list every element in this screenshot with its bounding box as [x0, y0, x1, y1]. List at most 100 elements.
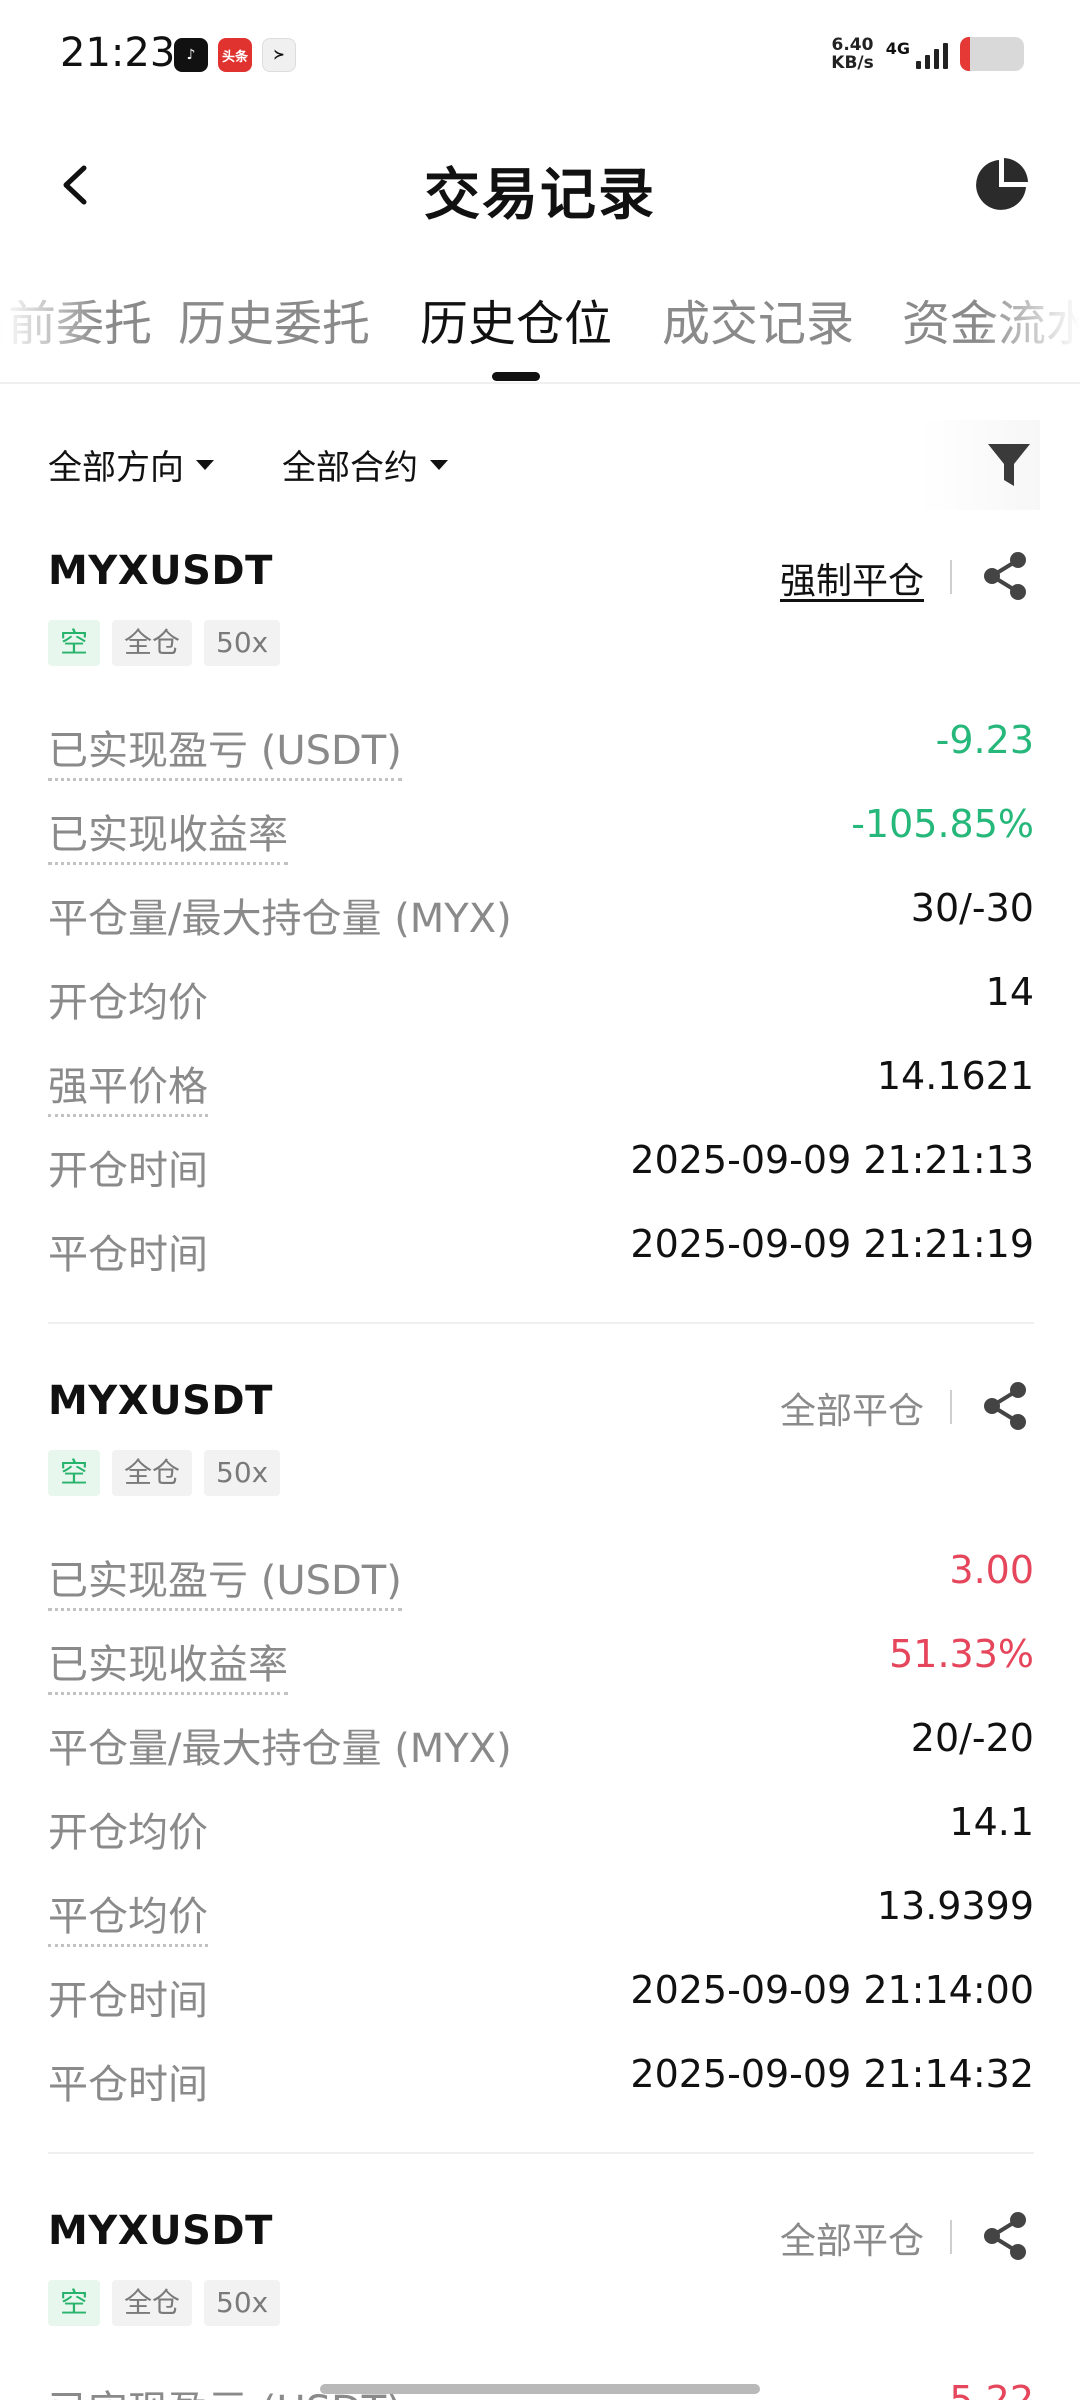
detail-row-liquidation-price: 强平价格 14.1621: [48, 1040, 1034, 1124]
realized-return-value: -105.85%: [851, 802, 1034, 846]
funnel-icon: [988, 444, 1030, 486]
open-avg-price-value: 14: [985, 970, 1034, 1014]
share-icon[interactable]: [978, 2208, 1034, 2264]
pie-chart-icon[interactable]: [970, 154, 1032, 216]
close-volume-value: 30/-30: [910, 886, 1034, 930]
open-time-value: 2025-09-09 21:14:00: [630, 1968, 1034, 2012]
signal-icon: 4G: [886, 39, 948, 69]
detail-row-open-avg-price: 开仓均价 14.1: [48, 1786, 1034, 1870]
page-title: 交易记录: [424, 163, 656, 228]
card-divider: [48, 1322, 1034, 1324]
header-separator: [950, 1390, 952, 1424]
close-type-link[interactable]: 强制平仓: [780, 552, 924, 604]
net-speed-value: 6.40: [831, 35, 874, 55]
tab-history-positions[interactable]: 历史仓位: [420, 284, 612, 354]
open-avg-price-label: 开仓均价: [48, 980, 208, 1026]
card-divider: [48, 2152, 1034, 2154]
detail-row-open-avg-price: 开仓均价 14: [48, 956, 1034, 1040]
tab-fade-left: [0, 240, 100, 370]
detail-row-close-time: 平仓时间 2025-09-09 21:14:32: [48, 2038, 1034, 2122]
close-time-label: 平仓时间: [48, 1232, 208, 1278]
detail-row-open-time: 开仓时间 2025-09-09 21:21:13: [48, 1124, 1034, 1208]
detail-row-realized-return: 已实现收益率 51.33%: [48, 1618, 1034, 1702]
leverage-tag: 50x: [204, 620, 281, 666]
position-card: MYXUSDT 全部平仓 空 全仓 50x 已实现盈亏 (USDT) 5.22: [48, 2208, 1034, 2400]
open-avg-price-label: 开仓均价: [48, 1810, 208, 1856]
share-icon[interactable]: [978, 548, 1034, 604]
leverage-tag: 50x: [204, 1450, 281, 1496]
position-symbol: MYXUSDT: [48, 1378, 273, 1424]
position-details: 已实现盈亏 (USDT) 3.00 已实现收益率 51.33% 平仓量/最大持仓…: [48, 1534, 1034, 2122]
status-bar: 21:23 ♪ 头条 ≻ 6.40 KB/s 4G: [0, 0, 1080, 110]
close-time-value: 2025-09-09 21:21:19: [630, 1222, 1034, 1266]
position-card-header: MYXUSDT 强制平仓: [48, 548, 1034, 608]
home-indicator: [320, 2384, 760, 2394]
open-time-label: 开仓时间: [48, 1978, 208, 2024]
contract-filter-dropdown[interactable]: 全部合约: [282, 440, 448, 489]
share-icon[interactable]: [978, 1378, 1034, 1434]
detail-row-close-time: 平仓时间 2025-09-09 21:21:19: [48, 1208, 1034, 1292]
caret-down-icon: [430, 459, 448, 470]
tab-divider: [0, 382, 1080, 384]
detail-row-realized-pnl: 已实现盈亏 (USDT) 5.22: [48, 2364, 1034, 2400]
tab-bar: 当前委托 历史委托 历史仓位 成交记录 资金流水: [0, 270, 1080, 382]
status-time: 21:23: [60, 30, 176, 76]
side-tag: 空: [48, 2280, 101, 2326]
tab-label: 历史仓位: [420, 296, 613, 352]
net-speed-unit: KB/s: [831, 53, 874, 73]
close-volume-value: 20/-20: [910, 1716, 1034, 1760]
realized-return-label[interactable]: 已实现收益率: [48, 802, 288, 865]
margin-mode-tag: 全仓: [112, 2280, 193, 2326]
tab-label: 历史委托: [178, 296, 371, 352]
leverage-tag: 50x: [204, 2280, 281, 2326]
nav-bar: 交易记录: [0, 130, 1080, 240]
close-avg-price-value: 13.9399: [876, 1884, 1034, 1928]
open-time-label: 开仓时间: [48, 1148, 208, 1194]
realized-return-value: 51.33%: [889, 1632, 1034, 1676]
caret-down-icon: [196, 459, 214, 470]
liquidation-price-value: 14.1621: [876, 1054, 1034, 1098]
detail-row-realized-return: 已实现收益率 -105.85%: [48, 788, 1034, 872]
realized-pnl-value: 5.22: [949, 2378, 1034, 2400]
detail-row-close-avg-price: 平仓均价 13.9399: [48, 1870, 1034, 1954]
detail-row-close-volume: 平仓量/最大持仓量 (MYX) 30/-30: [48, 872, 1034, 956]
position-details: 已实现盈亏 (USDT) -9.23 已实现收益率 -105.85% 平仓量/最…: [48, 704, 1034, 1292]
liquidation-price-label[interactable]: 强平价格: [48, 1054, 208, 1117]
realized-pnl-value: -9.23: [935, 718, 1034, 762]
position-tags: 空 全仓 50x: [48, 1450, 1034, 1496]
position-symbol: MYXUSDT: [48, 548, 273, 594]
tab-history-orders[interactable]: 历史委托: [178, 284, 370, 354]
open-avg-price-value: 14.1: [949, 1800, 1034, 1844]
margin-mode-tag: 全仓: [112, 620, 193, 666]
realized-return-label[interactable]: 已实现收益率: [48, 1632, 288, 1695]
battery-icon: [960, 37, 1024, 71]
margin-mode-tag: 全仓: [112, 1450, 193, 1496]
tab-trade-records[interactable]: 成交记录: [662, 284, 854, 354]
position-card-header: MYXUSDT 全部平仓: [48, 2208, 1034, 2268]
direction-filter-dropdown[interactable]: 全部方向: [48, 440, 214, 489]
direction-filter-label: 全部方向: [48, 448, 184, 488]
network-type: 4G: [885, 39, 910, 58]
close-avg-price-label[interactable]: 平仓均价: [48, 1884, 208, 1947]
open-time-value: 2025-09-09 21:21:13: [630, 1138, 1034, 1182]
position-card-header: MYXUSDT 全部平仓: [48, 1378, 1034, 1438]
tiktok-icon: ♪: [174, 38, 208, 72]
side-tag: 空: [48, 620, 101, 666]
position-details: 已实现盈亏 (USDT) 5.22: [48, 2364, 1034, 2400]
position-symbol: MYXUSDT: [48, 2208, 273, 2254]
position-card: MYXUSDT 强制平仓 空 全仓 50x 已实现盈亏 (USDT) -9.23…: [48, 548, 1034, 1292]
close-volume-label: 平仓量/最大持仓量 (MYX): [48, 1726, 512, 1772]
position-card: MYXUSDT 全部平仓 空 全仓 50x 已实现盈亏 (USDT) 3.00 …: [48, 1378, 1034, 2122]
tab-fade-right: [980, 240, 1080, 370]
status-app-icons: ♪ 头条 ≻: [174, 38, 296, 72]
battery-fill: [960, 37, 970, 71]
realized-pnl-label[interactable]: 已实现盈亏 (USDT): [48, 1548, 402, 1611]
detail-row-close-volume: 平仓量/最大持仓量 (MYX) 20/-20: [48, 1702, 1034, 1786]
header-separator: [950, 560, 952, 594]
position-tags: 空 全仓 50x: [48, 620, 1034, 666]
realized-pnl-label[interactable]: 已实现盈亏 (USDT): [48, 718, 402, 781]
realized-pnl-value: 3.00: [949, 1548, 1034, 1592]
header-separator: [950, 2220, 952, 2254]
filter-button[interactable]: [920, 420, 1040, 510]
status-indicators: 6.40 KB/s 4G: [831, 36, 1024, 72]
